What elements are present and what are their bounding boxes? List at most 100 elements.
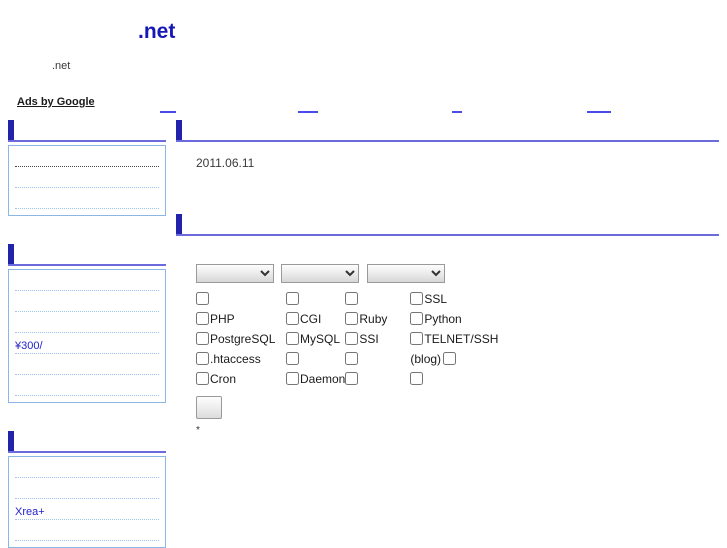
checkbox-label: Python [424,311,462,326]
ad-link-3[interactable] [452,101,462,113]
checkbox-blog[interactable] [443,351,457,365]
select-row [196,264,719,283]
checkbox-cell: MySQL [286,329,345,349]
checkbox-cell [345,369,410,389]
ad-link-4[interactable] [587,101,611,113]
checkbox-ruby[interactable] [345,311,359,325]
checkbox-cell: TELNET/SSH [410,329,530,349]
list-item[interactable] [15,276,159,291]
sidebar-box-1 [8,145,166,216]
page-title: .net [138,20,176,43]
checkbox-cell: CGI [286,309,345,329]
list-item[interactable] [15,194,159,209]
list-item[interactable] [15,152,159,167]
list-item[interactable] [15,526,159,541]
checkbox-r5c3[interactable] [345,371,359,385]
checkbox-label: PostgreSQL [210,331,276,346]
sidebar-section-2-heading [8,242,166,266]
checkbox-daemon[interactable] [286,371,299,385]
sidebar-section-1-heading [8,118,166,142]
content-section-2-heading [176,212,719,236]
checkbox-cell: PHP [196,309,286,329]
update-date: 2011.06.11 [196,156,255,170]
ad-link-1[interactable] [160,101,176,113]
list-item[interactable] [15,360,159,375]
filter-select-1[interactable] [196,264,274,283]
table-row: Cron Daemon [196,369,530,389]
heading-bar-icon [8,120,14,140]
list-item[interactable] [15,484,159,499]
sidebar-price-link[interactable]: ¥300/ [15,340,43,352]
sidebar-xrea-link[interactable]: Xrea+ [15,506,45,518]
checkbox-label: CGI [300,311,322,326]
ads-by-google-label: Ads by Google [17,96,95,108]
checkbox-mysql[interactable] [286,331,299,345]
form-note: * [196,425,200,436]
heading-bar-icon [8,431,14,451]
checkbox-label: TELNET/SSH [424,331,499,346]
checkbox-cgi[interactable] [286,311,299,325]
checkbox-label: Ruby [359,311,388,326]
sidebar-box-2: ¥300/ [8,269,166,403]
checkbox-cell [345,289,410,309]
table-row: PostgreSQL MySQL SSI TELNET/SSH [196,329,530,349]
checkbox-r1c2[interactable] [286,291,299,305]
checkbox-cell: SSI [345,329,410,349]
list-item[interactable] [15,318,159,333]
list-item[interactable] [15,381,159,396]
list-item[interactable] [15,297,159,312]
checkbox-r4c2[interactable] [286,351,299,365]
checkbox-ssi[interactable] [345,331,359,345]
ads-by-google-strip: Ads by Google [0,96,727,116]
checkbox-label: SSI [359,331,379,346]
sidebar: ¥300/ Xrea+ [8,118,166,548]
heading-bar-icon [176,120,182,140]
checkbox-htaccess[interactable] [196,351,209,365]
checkbox-python[interactable] [410,311,424,325]
checkbox-cell: .htaccess [196,349,286,369]
checkbox-r4c3[interactable] [345,351,359,365]
list-item[interactable] [15,463,159,478]
search-submit-button[interactable] [196,396,222,419]
sidebar-list-1 [9,146,165,215]
checkbox-cell: (blog) [410,349,530,369]
checkbox-cell [196,289,286,309]
content-section-1-heading [176,118,719,142]
checkbox-r5c4[interactable] [410,371,424,385]
checkbox-cell [345,349,410,369]
checkbox-telnet-ssh[interactable] [410,331,424,345]
feature-checkbox-grid: SSL PHP CGI Ruby Python PostgreSQL MySQL… [196,289,530,389]
checkbox-r1c3[interactable] [345,291,359,305]
checkbox-cell: SSL [410,289,530,309]
checkbox-cell: Ruby [345,309,410,329]
site-header: .net .net [0,0,727,88]
sidebar-list-3: Xrea+ [9,457,165,547]
list-item[interactable] [15,173,159,188]
page-subtitle: .net [52,60,71,72]
table-row: .htaccess (blog) [196,349,530,369]
checkbox-label: .htaccess [210,351,261,366]
checkbox-label: MySQL [300,331,341,346]
table-row: PHP CGI Ruby Python [196,309,530,329]
filter-select-2[interactable] [281,264,360,283]
heading-rule [176,234,719,236]
filter-select-3[interactable] [366,264,445,283]
checkbox-ssl[interactable] [410,291,424,305]
checkbox-label: PHP [210,311,235,326]
checkbox-postgresql[interactable] [196,331,209,345]
heading-bar-icon [8,244,14,264]
checkbox-cell [286,349,345,369]
checkbox-cell: Daemon [286,369,345,389]
ad-link-2[interactable] [298,101,318,113]
checkbox-cron[interactable] [196,371,209,385]
list-item-price[interactable]: ¥300/ [15,339,159,354]
sidebar-box-3: Xrea+ [8,456,166,548]
sidebar-section-3-heading [8,429,166,453]
checkbox-label: SSL [424,291,448,306]
checkbox-php[interactable] [196,311,209,325]
heading-rule [8,264,166,266]
list-item-xrea[interactable]: Xrea+ [15,505,159,520]
checkbox-r1c1[interactable] [196,291,209,305]
checkbox-label: Cron [210,371,237,386]
